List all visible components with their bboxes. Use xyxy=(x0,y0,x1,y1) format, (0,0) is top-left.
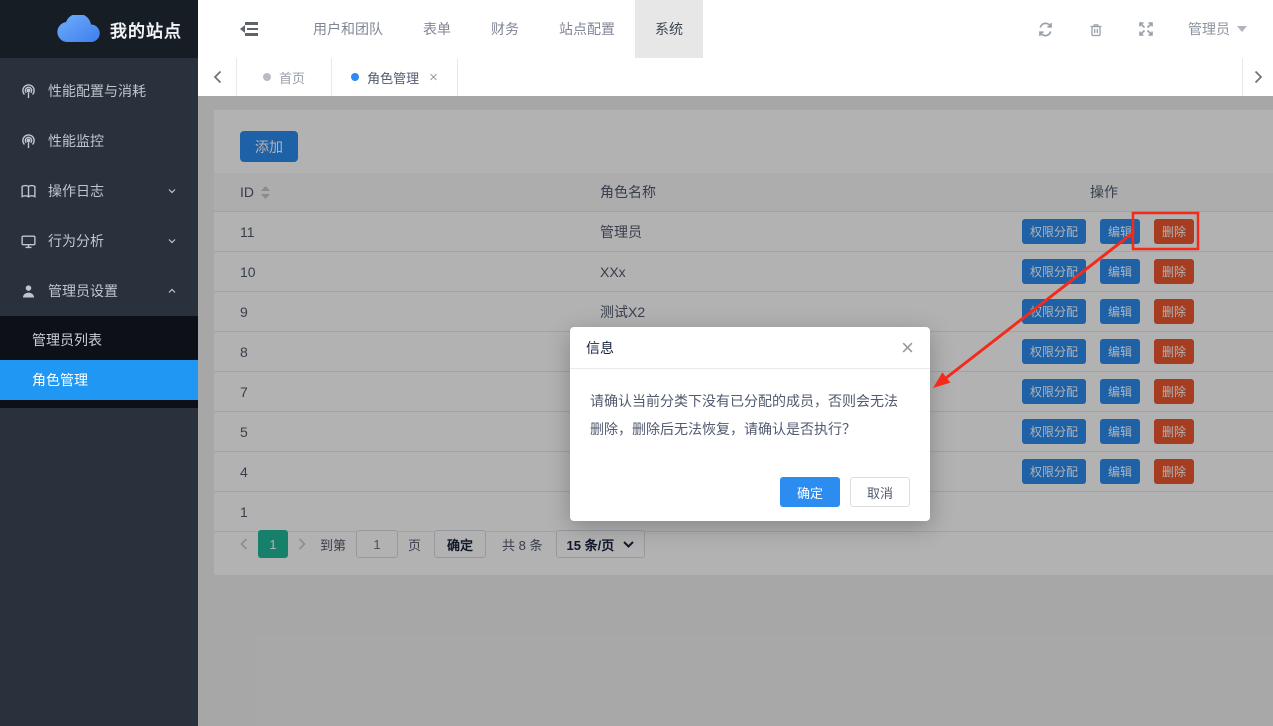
monitor-icon xyxy=(20,233,48,250)
chevron-down-icon xyxy=(1237,26,1247,32)
tabs-scroll-right-icon[interactable] xyxy=(1242,58,1273,96)
dialog-footer: 确定 取消 xyxy=(570,463,930,521)
book-icon xyxy=(20,183,48,200)
antenna-icon xyxy=(20,133,48,150)
submenu-item-0[interactable]: 管理员列表 xyxy=(0,320,198,360)
close-icon[interactable]: × xyxy=(901,337,914,359)
sidebar-item-label: 行为分析 xyxy=(48,231,104,251)
sidebar-menu: 性能配置与消耗性能监控操作日志行为分析管理员设置 xyxy=(0,58,198,316)
logo-bar: 我的站点 xyxy=(0,0,198,58)
nav-items: 用户和团队表单财务站点配置系统 xyxy=(293,0,703,58)
content-area: 添加 ID 角色名称 操作 11管理员权限分配编辑删除10XXx权限分配编辑删除… xyxy=(198,96,1273,726)
refresh-icon[interactable] xyxy=(1037,21,1054,38)
dialog-message: 请确认当前分类下没有已分配的成员，否则会无法删除，删除后无法恢复，请确认是否执行… xyxy=(570,369,930,463)
sidebar-submenu: 管理员列表角色管理 xyxy=(0,316,198,408)
submenu-item-1[interactable]: 角色管理 xyxy=(0,360,198,400)
confirm-dialog: 信息 × 请确认当前分类下没有已分配的成员，否则会无法删除，删除后无法恢复，请确… xyxy=(570,327,930,521)
sidebar-item-label: 管理员设置 xyxy=(48,281,118,301)
tabs-scroll-left-icon[interactable] xyxy=(198,58,237,96)
user-icon xyxy=(20,283,48,300)
nav-item-2[interactable]: 财务 xyxy=(471,0,539,58)
tab-dot xyxy=(263,73,271,81)
tabs-container: 首页 角色管理 × xyxy=(237,58,458,96)
cloud-icon xyxy=(56,15,100,43)
tab-bar: 首页 角色管理 × xyxy=(198,58,1273,97)
tab-dot xyxy=(351,73,359,81)
dialog-header: 信息 × xyxy=(570,327,930,369)
sidebar-item-0[interactable]: 性能配置与消耗 xyxy=(0,66,198,116)
sidebar-item-4[interactable]: 管理员设置 xyxy=(0,266,198,316)
sidebar-item-3[interactable]: 行为分析 xyxy=(0,216,198,266)
top-navbar: 用户和团队表单财务站点配置系统 xyxy=(198,0,1273,58)
nav-item-3[interactable]: 站点配置 xyxy=(539,0,635,58)
chevron-down-icon xyxy=(166,235,178,247)
nav-item-0[interactable]: 用户和团队 xyxy=(293,0,403,58)
tab-label: 角色管理 xyxy=(367,68,419,87)
nav-item-4[interactable]: 系统 xyxy=(635,0,703,58)
main-area: 用户和团队表单财务站点配置系统 xyxy=(198,0,1273,726)
chevron-up-icon xyxy=(166,285,178,297)
sidebar-item-label: 操作日志 xyxy=(48,181,104,201)
tab-close-icon[interactable]: × xyxy=(429,70,438,85)
tab-0[interactable]: 首页 xyxy=(237,58,332,96)
trash-icon[interactable] xyxy=(1088,21,1104,38)
chevron-down-icon xyxy=(166,185,178,197)
site-title: 我的站点 xyxy=(110,17,182,42)
cancel-button[interactable]: 取消 xyxy=(850,477,910,507)
tab-label: 首页 xyxy=(279,68,305,87)
user-name: 管理员 xyxy=(1188,19,1230,39)
ok-button[interactable]: 确定 xyxy=(780,477,840,507)
user-menu[interactable]: 管理员 xyxy=(1188,19,1247,39)
app-window: 我的站点 性能配置与消耗性能监控操作日志行为分析管理员设置 管理员列表 角色管理 … xyxy=(0,0,1273,726)
sidebar-item-label: 性能配置与消耗 xyxy=(48,81,146,101)
sidebar-item-1[interactable]: 性能监控 xyxy=(0,116,198,166)
sidebar: 我的站点 性能配置与消耗性能监控操作日志行为分析管理员设置 管理员列表角色管理 xyxy=(0,0,198,726)
nav-right: 管理员 xyxy=(1037,0,1273,58)
dialog-title: 信息 xyxy=(586,338,614,358)
nav-item-1[interactable]: 表单 xyxy=(403,0,471,58)
menu-fold-icon[interactable] xyxy=(240,22,258,36)
sidebar-item-2[interactable]: 操作日志 xyxy=(0,166,198,216)
sidebar-item-label: 性能监控 xyxy=(48,131,104,151)
tab-1[interactable]: 角色管理 × xyxy=(332,58,458,96)
antenna-icon xyxy=(20,83,48,100)
fullscreen-icon[interactable] xyxy=(1138,21,1154,37)
